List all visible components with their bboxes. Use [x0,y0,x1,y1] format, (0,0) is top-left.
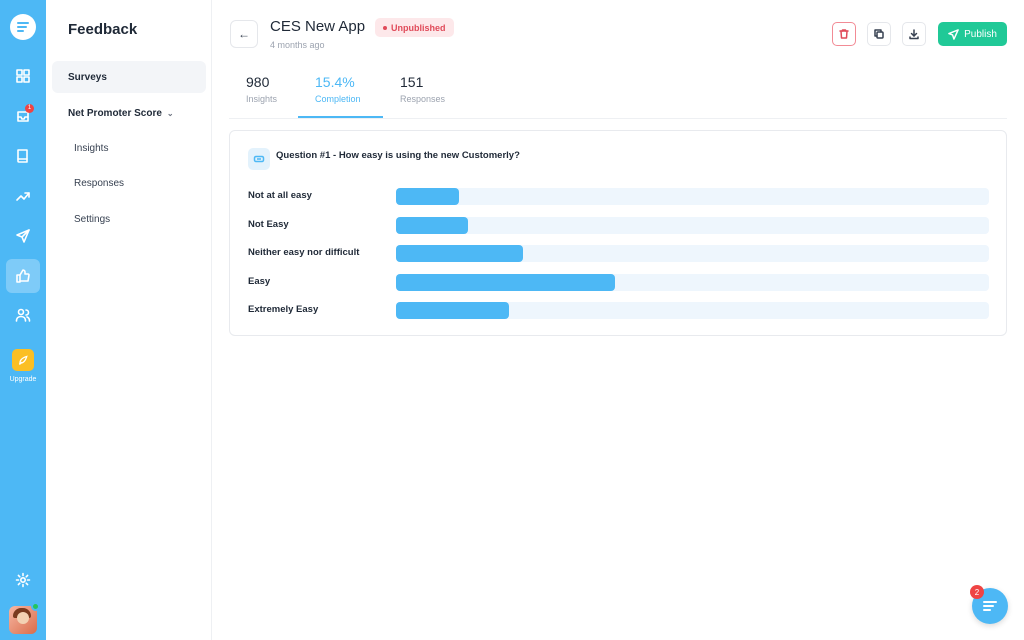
stat-label: Insights [246,94,278,104]
arrow-left-icon: ← [238,27,250,41]
sidebar-item-settings[interactable]: Settings [74,214,110,225]
tab-responses[interactable]: 151 Responses [400,74,445,104]
app-logo-icon[interactable] [10,14,36,40]
send-icon[interactable] [8,221,38,251]
answer-bar-fill [396,188,459,205]
answer-label: Neither easy nor difficult [248,247,360,258]
copy-icon [874,29,884,39]
answer-bar-fill [396,302,509,319]
question-title: Question #1 - How easy is using the new … [276,150,520,161]
trash-icon [839,29,849,39]
online-status-dot [31,602,40,611]
answer-label: Not at all easy [248,190,312,201]
answer-label: Easy [248,275,271,287]
sidebar-item-surveys[interactable]: Surveys [52,61,206,93]
question-type-icon [248,148,270,170]
feedback-sidebar: Feedback Surveys Net Promoter Score ⌄ In… [46,0,212,640]
download-icon [909,29,919,40]
stat-value: 151 [400,74,424,90]
answer-bar-track [396,188,989,205]
download-button[interactable] [902,22,926,46]
trending-icon[interactable] [8,181,38,211]
answer-bar-fill [396,273,615,291]
send-icon [948,28,959,40]
inbox-icon[interactable]: 1 [8,101,38,131]
stat-label: Completion [315,94,361,104]
dashboard-icon[interactable] [8,61,38,91]
status-badge: Unpublished [375,18,454,37]
stat-label: Responses [400,94,446,104]
sidebar-item-net-promoter-score[interactable]: Net Promoter Score ⌄ [52,97,206,129]
sidebar-item-insights[interactable]: Insights [74,143,108,154]
tabs-divider [229,118,1007,119]
page-subtitle: 4 months ago [270,40,325,50]
answer-bar-fill [396,216,468,234]
answer-bar-track [396,216,989,234]
stat-value: 980 [246,74,270,90]
thumbs-up-icon[interactable] [6,259,40,293]
active-tab-indicator [298,116,383,118]
sidebar-item-responses[interactable]: Responses [74,178,124,189]
question-card: Question #1 - How easy is using the new … [229,130,1007,336]
users-icon[interactable] [8,300,38,330]
status-dot [383,25,387,30]
chevron-down-icon: ⌄ [166,108,174,118]
answer-bar-track [396,273,989,291]
delete-button[interactable] [832,22,856,46]
inbox-badge: 1 [25,104,34,113]
chat-badge: 2 [970,585,984,599]
page-title: CES New App [270,18,366,35]
answer-label: Extremely Easy [248,304,319,315]
duplicate-button[interactable] [867,22,891,46]
back-button[interactable]: ← [230,20,258,48]
sidebar-title: Feedback [68,21,138,38]
icon-rail: 1 Upgrade [0,0,46,640]
tab-completion[interactable]: 15.4% Completion [315,74,361,104]
answer-bar-fill [396,245,523,262]
status-label: Unpublished [391,22,446,33]
book-icon[interactable] [8,141,38,171]
chat-icon [983,599,997,613]
answer-bar-track [396,245,989,262]
sidebar-item-label: Net Promoter Score [68,107,162,119]
publish-label: Publish [964,28,997,40]
upgrade-label[interactable]: Upgrade [0,376,46,383]
answer-label: Not Easy [248,218,289,230]
answer-bar-track [396,302,989,319]
rocket-icon[interactable] [12,349,34,371]
tab-insights[interactable]: 980 Insights [246,74,277,104]
stat-value: 15.4% [315,74,355,90]
gear-icon[interactable] [8,565,38,595]
sidebar-item-label: Surveys [68,71,107,83]
publish-button[interactable]: Publish [938,22,1007,46]
